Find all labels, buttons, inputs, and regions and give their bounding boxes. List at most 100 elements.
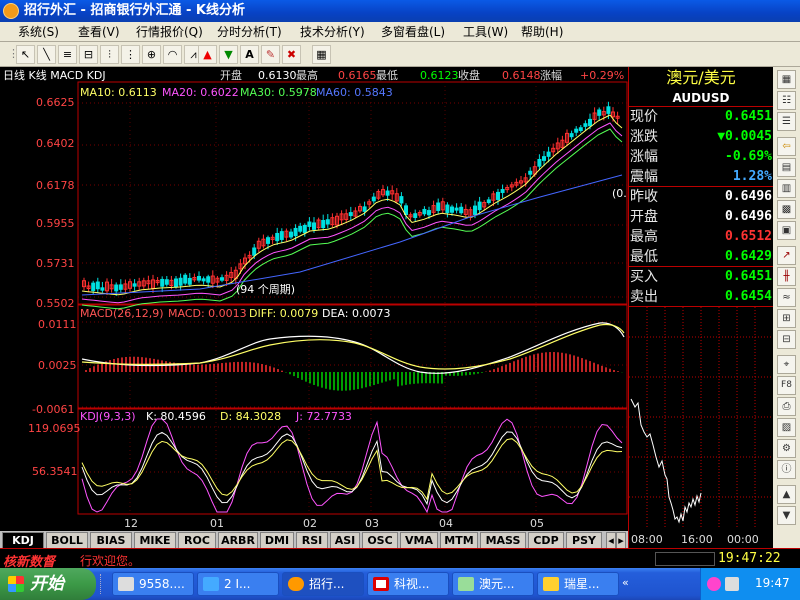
window-icon[interactable]: ▣ — [777, 221, 796, 240]
task-label: 澳元... — [479, 577, 515, 591]
tab-kdj[interactable]: KDJ — [2, 532, 44, 548]
channel-icon[interactable]: ⊟ — [79, 45, 98, 64]
quote-row-price: 现价 0.6451 — [629, 107, 774, 127]
tab-scroll-right-icon[interactable]: ▸ — [616, 532, 626, 548]
list-icon[interactable]: ☰ — [777, 112, 796, 131]
menu-technical[interactable]: 技术分析(Y) — [300, 22, 365, 42]
start-button[interactable]: 开始 — [0, 568, 96, 600]
candle-body — [114, 284, 119, 292]
tray-app-icon[interactable] — [707, 577, 721, 591]
candle-body — [132, 283, 137, 287]
task-button[interactable]: 9558.... — [112, 572, 194, 596]
back-arrow-icon[interactable]: ⇦ — [777, 137, 796, 156]
down-arrow-icon[interactable]: ▼ — [219, 45, 238, 64]
line-tool-icon[interactable]: ╲ — [37, 45, 56, 64]
tab-mike[interactable]: MIKE — [134, 532, 176, 548]
tab-roc[interactable]: ROC — [178, 532, 216, 548]
task-button[interactable]: 科视... — [367, 572, 449, 596]
info-icon[interactable]: ⓘ — [777, 460, 796, 479]
indicator-icon[interactable]: ≈ — [777, 288, 796, 307]
menu-help[interactable]: 帮助(H) — [521, 22, 563, 42]
quote-row-change-pct: 涨幅 -0.69% — [629, 147, 774, 167]
menu-system[interactable]: 系统(S) — [18, 22, 59, 42]
table-icon[interactable]: ☷ — [777, 91, 796, 110]
menu-timeshare[interactable]: 分时分析(T) — [217, 22, 282, 42]
detail-icon[interactable]: ▥ — [777, 179, 796, 198]
quote-key: 昨收 — [630, 189, 658, 205]
task-button[interactable]: 瑞星... — [537, 572, 619, 596]
report-icon[interactable]: ▤ — [777, 158, 796, 177]
multi-chart-icon[interactable]: ▩ — [777, 200, 796, 219]
candle-body — [293, 227, 298, 237]
menu-quotes[interactable]: 行情报价(Q) — [136, 22, 203, 42]
task-button[interactable]: 澳元... — [452, 572, 534, 596]
settings-icon[interactable]: ⚙ — [777, 439, 796, 458]
kline-chart-area[interactable]: 日线 K线 MACD KDJ 开盘 0.6130 最高 0.6165 最低 0.… — [0, 67, 628, 548]
chart-canvas[interactable] — [0, 67, 628, 531]
scroll-up-icon[interactable]: ▲ — [777, 485, 796, 504]
intraday-time-label: 08:00 — [631, 533, 663, 546]
gann-icon[interactable]: ⊕ — [142, 45, 161, 64]
crosshair-icon[interactable]: ⌖ — [777, 355, 796, 374]
scroll-down-icon[interactable]: ▼ — [777, 506, 796, 525]
arc-icon[interactable]: ◠ — [163, 45, 182, 64]
quote-row-high: 最高 0.6512 — [629, 227, 774, 247]
candle-body — [298, 225, 303, 232]
tab-scroll-left-icon[interactable]: ◂ — [606, 532, 616, 548]
menu-bar: 系统(S) 查看(V) 行情报价(Q) 分时分析(T) 技术分析(Y) 多窗看盘… — [0, 22, 800, 42]
text-tool-icon[interactable]: A — [240, 45, 259, 64]
candle-body — [436, 202, 441, 211]
zoom-out-icon[interactable]: ⊟ — [777, 330, 796, 349]
taskbar-overflow-icon[interactable]: « — [622, 576, 636, 592]
candle-body — [312, 222, 316, 230]
candle-chart-icon[interactable]: ╫ — [777, 267, 796, 286]
candle-body — [197, 275, 201, 281]
windows-logo-icon — [8, 576, 24, 592]
tab-cdp[interactable]: CDP — [528, 532, 564, 548]
intraday-mini-chart[interactable] — [629, 307, 774, 527]
menu-tools[interactable]: 工具(W) — [463, 22, 508, 42]
news-ticker: 行欢迎您。 — [80, 554, 141, 568]
tab-boll[interactable]: BOLL — [46, 532, 88, 548]
tab-arbr[interactable]: ARBR — [218, 532, 258, 548]
volume-icon[interactable] — [725, 577, 739, 591]
menu-multiwindow[interactable]: 多窗看盘(L) — [381, 22, 445, 42]
menu-view[interactable]: 查看(V) — [78, 22, 120, 42]
zoom-in-icon[interactable]: ⊞ — [777, 309, 796, 328]
candle-body — [279, 231, 284, 240]
grid-icon[interactable]: ▦ — [777, 70, 796, 89]
candle-body — [450, 206, 454, 213]
eraser-icon[interactable]: ✎ — [261, 45, 280, 64]
up-arrow-icon[interactable]: ▲ — [198, 45, 217, 64]
parallel-lines-icon[interactable]: ≡ — [58, 45, 77, 64]
candle-body — [477, 201, 482, 211]
tab-psy[interactable]: PSY — [566, 532, 602, 548]
tab-asi[interactable]: ASI — [330, 532, 360, 548]
tab-osc[interactable]: OSC — [362, 532, 398, 548]
delete-icon[interactable]: ✖ — [282, 45, 301, 64]
chart-header-label: 日线 K线 MACD KDJ — [3, 69, 106, 82]
line-chart-icon[interactable]: ↗ — [777, 246, 796, 265]
open-label: 开盘 — [220, 69, 242, 82]
tab-mtm[interactable]: MTM — [440, 532, 478, 548]
task-button[interactable]: 招行... — [282, 572, 364, 596]
fibonacci-icon[interactable]: ⫶ — [100, 45, 119, 64]
candle-body — [187, 277, 192, 285]
task-button[interactable]: 2 I... — [197, 572, 279, 596]
tab-bias[interactable]: BIAS — [90, 532, 132, 548]
print-icon[interactable]: ⎙ — [777, 397, 796, 416]
tab-rsi[interactable]: RSI — [296, 532, 328, 548]
cursor-icon[interactable]: ↖ — [16, 45, 35, 64]
quote-row-open: 开盘 0.6496 — [629, 207, 774, 227]
tab-vma[interactable]: VMA — [400, 532, 438, 548]
tab-mass[interactable]: MASS — [480, 532, 526, 548]
f8-key-icon[interactable]: F8 — [777, 376, 796, 395]
period-lines-icon[interactable]: ⋮ — [121, 45, 140, 64]
truncated-price-label: (0. — [612, 187, 627, 200]
tab-dmi[interactable]: DMI — [260, 532, 294, 548]
chart-type-icon[interactable]: ▨ — [777, 418, 796, 437]
ie-icon — [203, 577, 219, 591]
price-axis-label: 0.5731 — [36, 257, 75, 270]
save-drawing-icon[interactable]: ▦ — [312, 45, 331, 64]
kdj-k-line — [81, 431, 623, 506]
